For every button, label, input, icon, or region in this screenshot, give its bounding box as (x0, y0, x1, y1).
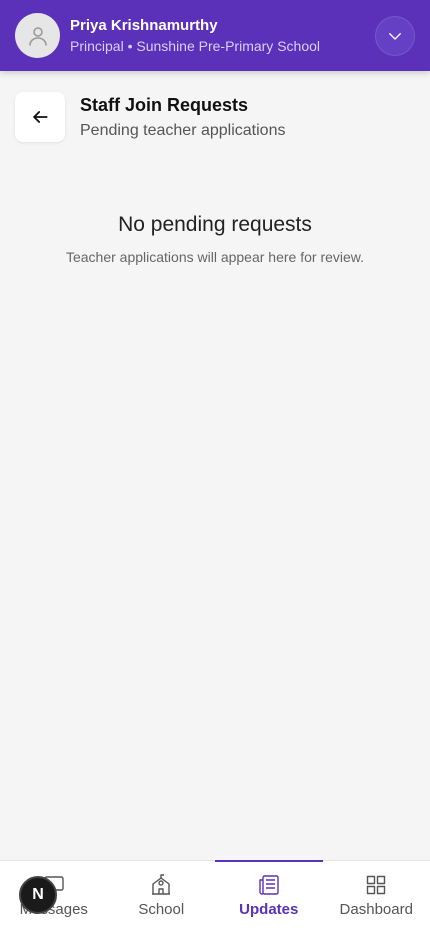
nav-item-school[interactable]: School (108, 861, 216, 932)
nav-label-updates: Updates (239, 901, 299, 918)
chevron-down-icon (389, 32, 401, 40)
empty-state-title: No pending requests (118, 213, 312, 236)
account-switch-button[interactable] (375, 15, 415, 56)
user-role: Principal • Sunshine Pre-Primary School (70, 37, 321, 54)
user-icon (28, 26, 47, 46)
page-title: Staff Join Requests (80, 95, 249, 115)
page-titles: Staff Join Requests Pending teacher appl… (80, 92, 285, 142)
empty-state: No pending requests Teacher applications… (0, 212, 430, 266)
app-header: Priya Krishnamurthy Principal • Sunshine… (0, 0, 430, 71)
user-info: Priya Krishnamurthy Principal • Sunshine… (70, 16, 367, 56)
avatar[interactable] (15, 13, 60, 58)
floating-n-badge[interactable]: N (19, 876, 57, 914)
school-icon (152, 874, 171, 895)
arrow-left-icon (33, 111, 48, 123)
nav-item-updates[interactable]: Updates (215, 860, 323, 932)
user-name: Priya Krishnamurthy (70, 16, 218, 34)
back-button[interactable] (15, 92, 65, 142)
page-subtitle: Pending teacher applications (80, 122, 286, 139)
grid-icon (367, 875, 386, 895)
nav-label-school: School (138, 901, 185, 918)
nav-label-dashboard: Dashboard (339, 901, 413, 918)
app-root: Priya Krishnamurthy Principal • Sunshine… (0, 0, 430, 932)
bottom-nav: Messages School Updates Dashboard (0, 860, 430, 932)
empty-state-description: Teacher applications will appear here fo… (65, 249, 365, 265)
nav-item-dashboard[interactable]: Dashboard (323, 861, 430, 932)
page-heading: Staff Join Requests Pending teacher appl… (15, 92, 285, 142)
newspaper-icon (259, 875, 279, 895)
